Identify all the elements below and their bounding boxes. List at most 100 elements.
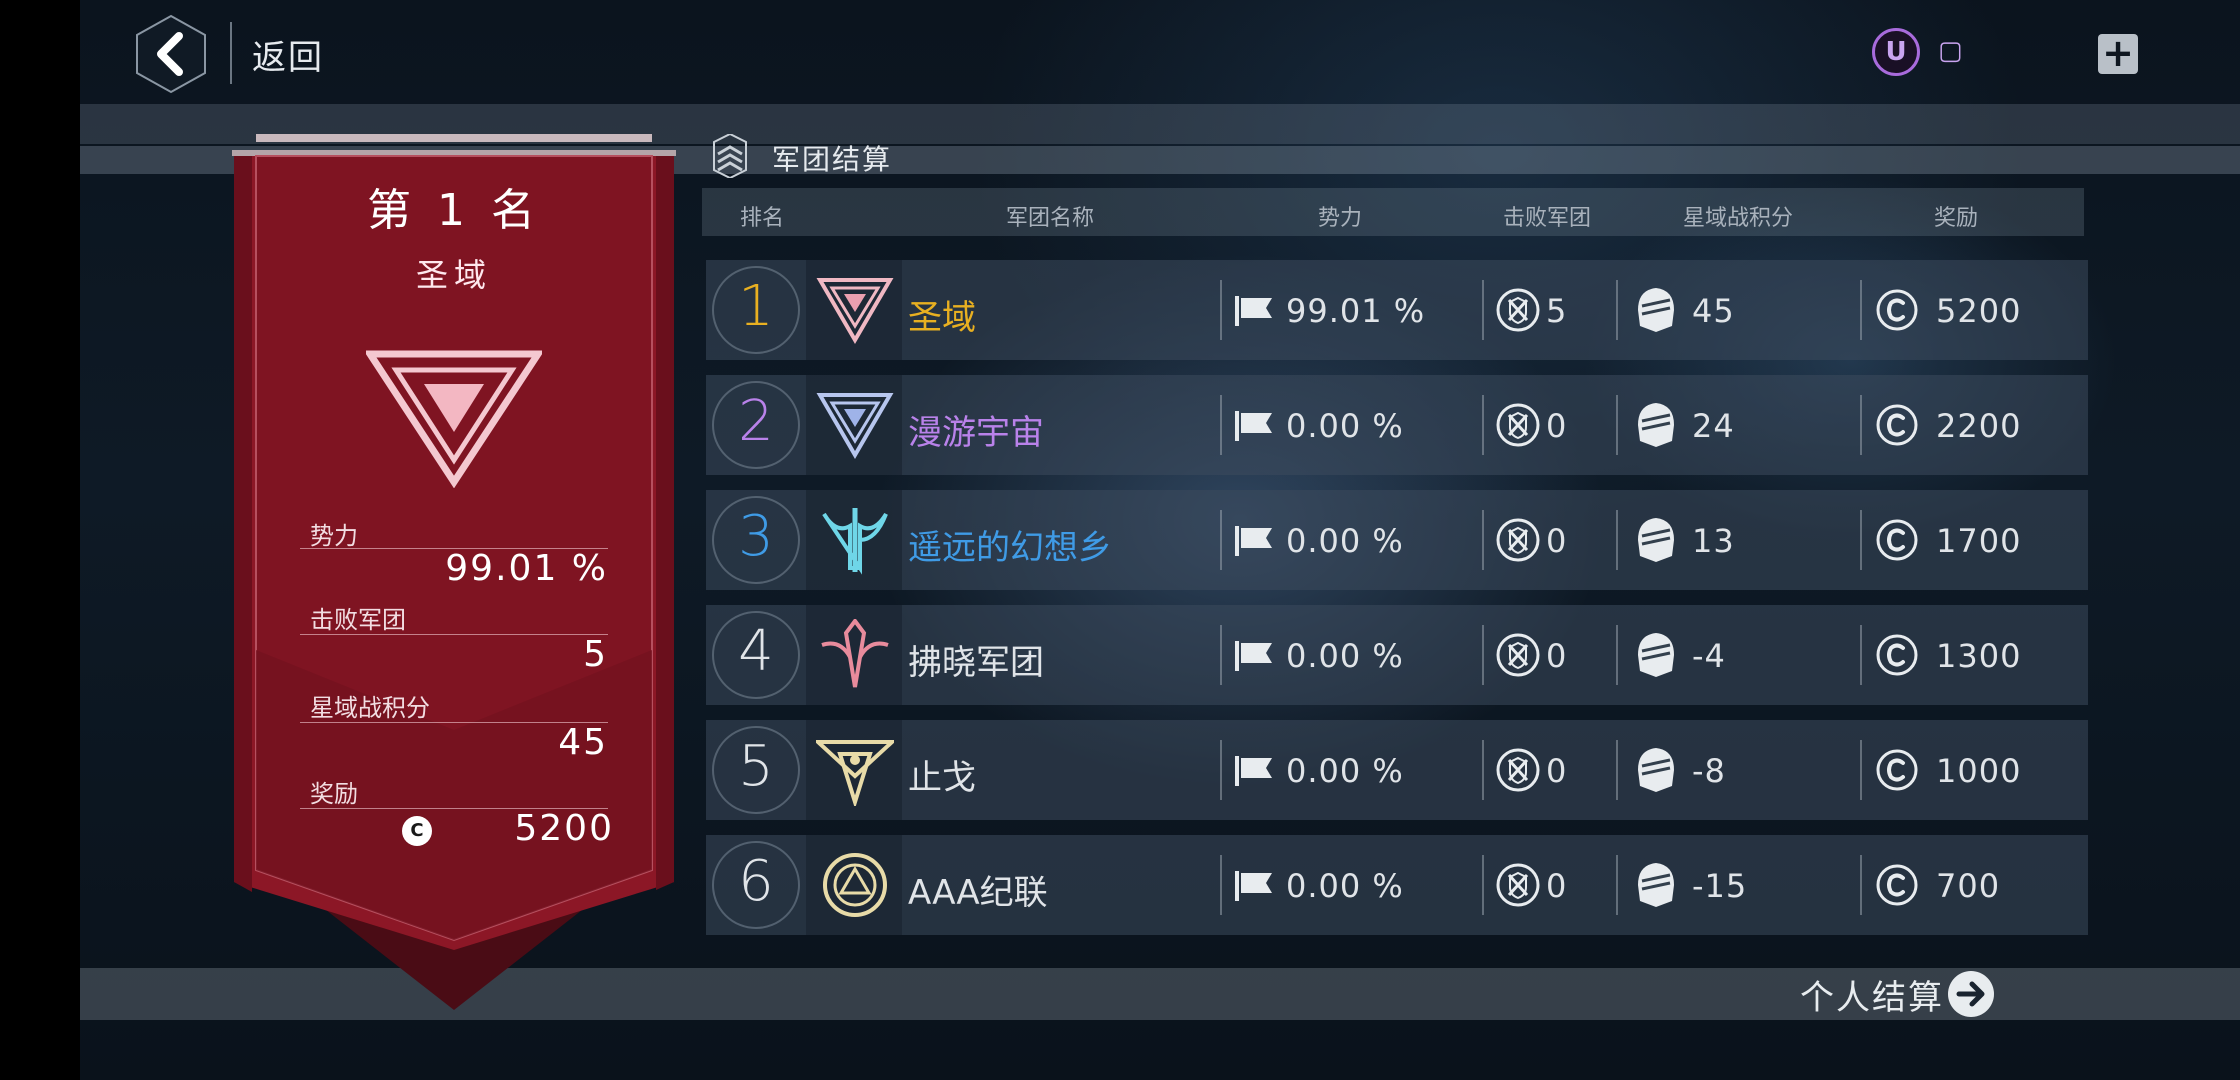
circle-emblem-gold-icon xyxy=(823,853,887,917)
triangle-emblem-pink-icon xyxy=(816,278,894,344)
add-currency-button[interactable]: + xyxy=(2098,34,2138,74)
table-row[interactable]: 4 拂晓军团 0.00 % 0 -4 1300 xyxy=(706,605,2088,705)
coin-icon xyxy=(1876,749,1918,795)
score-value: 24 xyxy=(1692,407,1735,445)
legion-emblem xyxy=(806,835,902,935)
cell-divider xyxy=(1860,395,1862,455)
flag-icon xyxy=(1234,524,1274,562)
back-button[interactable] xyxy=(133,14,209,94)
arrow-right-icon xyxy=(1948,971,1994,1017)
stat-divider xyxy=(300,634,608,635)
legion-name[interactable]: AAA纪联 xyxy=(908,865,1048,914)
defeated-value: 0 xyxy=(1546,522,1568,560)
currency-value: ▢ xyxy=(1938,36,1963,66)
crossed-swords-shield-icon xyxy=(1496,748,1540,796)
legion-emblem xyxy=(806,720,902,820)
cell-divider xyxy=(1220,510,1222,570)
winner-rank-title: 第 1 名 xyxy=(367,185,541,236)
cell-divider xyxy=(1616,625,1618,685)
col-reward: 奖励 xyxy=(1933,206,1979,231)
legion-emblem xyxy=(806,490,902,590)
reward-value: 700 xyxy=(1936,867,2001,905)
flag-icon xyxy=(1234,294,1274,332)
cell-divider xyxy=(1482,510,1484,570)
cell-divider xyxy=(1482,740,1484,800)
winner-stat-value: 45 xyxy=(558,722,608,763)
helmet-icon xyxy=(1636,746,1676,798)
cell-divider xyxy=(1616,510,1618,570)
chevrons-rank-icon xyxy=(713,134,747,178)
reward-value: 2200 xyxy=(1936,407,2022,445)
star-emblem-gold-icon xyxy=(816,740,894,806)
col-score: 星域战积分 xyxy=(1682,206,1794,231)
legion-name[interactable]: 止戈 xyxy=(908,750,976,799)
legion-emblem xyxy=(806,605,902,705)
cell-divider xyxy=(1482,855,1484,915)
cell-divider xyxy=(1220,855,1222,915)
cell-divider xyxy=(1482,280,1484,340)
personal-settlement-button[interactable]: 个人结算 xyxy=(1800,970,1994,1018)
cell-divider xyxy=(1616,740,1618,800)
power-value: 0.00 % xyxy=(1286,752,1404,790)
winner-name: 圣域 xyxy=(415,256,492,294)
back-label[interactable]: 返回 xyxy=(252,30,324,79)
helmet-icon xyxy=(1636,516,1676,568)
left-edge xyxy=(0,0,80,1080)
power-value: 0.00 % xyxy=(1286,407,1404,445)
top-divider xyxy=(230,22,232,84)
helmet-icon xyxy=(1636,401,1676,453)
cell-divider xyxy=(1482,395,1484,455)
power-value: 99.01 % xyxy=(1286,292,1426,330)
table-row[interactable]: 3 遥远的幻想乡 0.00 % 0 13 1700 xyxy=(706,490,2088,590)
legion-emblem xyxy=(806,260,902,360)
helmet-icon xyxy=(1636,861,1676,913)
defeated-value: 0 xyxy=(1546,407,1568,445)
cell-divider xyxy=(1220,740,1222,800)
defeated-value: 0 xyxy=(1546,867,1568,905)
col-rank: 排名 xyxy=(739,206,785,231)
cell-divider xyxy=(1220,280,1222,340)
table-row[interactable]: 6 AAA纪联 0.00 % 0 -15 700 xyxy=(706,835,2088,935)
helmet-icon xyxy=(1636,631,1676,683)
cell-divider xyxy=(1616,395,1618,455)
score-value: -15 xyxy=(1692,867,1748,905)
table-row[interactable]: 2 漫游宇宙 0.00 % 0 24 2200 xyxy=(706,375,2088,475)
col-power: 势力 xyxy=(1317,206,1363,231)
triangle-emblem-icon xyxy=(366,350,542,488)
chevron-left-icon xyxy=(136,14,206,94)
crossed-swords-shield-icon xyxy=(1496,288,1540,336)
winner-stat-label: 势力 xyxy=(310,522,358,550)
defeated-value: 5 xyxy=(1546,292,1568,330)
crossed-swords-shield-icon xyxy=(1496,863,1540,911)
currency-u-icon: U xyxy=(1872,28,1920,76)
crossed-swords-shield-icon xyxy=(1496,403,1540,451)
winner-stat-label: 击败军团 xyxy=(310,606,406,634)
winner-stat-label: 奖励 xyxy=(310,780,358,808)
coin-icon xyxy=(1876,404,1918,450)
winner-stat-label: 星域战积分 xyxy=(310,694,430,722)
coin-icon: C xyxy=(402,816,432,846)
reward-value: 1700 xyxy=(1936,522,2022,560)
personal-settlement-label: 个人结算 xyxy=(1800,977,1944,1018)
power-value: 0.00 % xyxy=(1286,522,1404,560)
cell-divider xyxy=(1616,280,1618,340)
table-row[interactable]: 1 圣域 99.01 % 5 45 5200 xyxy=(706,260,2088,360)
legion-name[interactable]: 遥远的幻想乡 xyxy=(908,520,1112,569)
score-value: 45 xyxy=(1692,292,1735,330)
cell-divider xyxy=(1860,280,1862,340)
cell-divider xyxy=(1860,740,1862,800)
power-value: 0.00 % xyxy=(1286,637,1404,675)
legion-name[interactable]: 漫游宇宙 xyxy=(908,405,1044,454)
helmet-icon xyxy=(1636,286,1676,338)
coin-icon xyxy=(1876,634,1918,680)
score-value: -8 xyxy=(1692,752,1726,790)
defeated-value: 0 xyxy=(1546,752,1568,790)
winner-stat-value: 5200 xyxy=(514,808,614,849)
triangle-emblem-blue-icon xyxy=(816,393,894,459)
legion-name[interactable]: 圣域 xyxy=(908,290,976,339)
rank-number: 6 xyxy=(738,849,774,914)
legion-name[interactable]: 拂晓军团 xyxy=(908,635,1044,684)
table-row[interactable]: 5 止戈 0.00 % 0 -8 1000 xyxy=(706,720,2088,820)
coin-icon xyxy=(1876,289,1918,335)
power-value: 0.00 % xyxy=(1286,867,1404,905)
